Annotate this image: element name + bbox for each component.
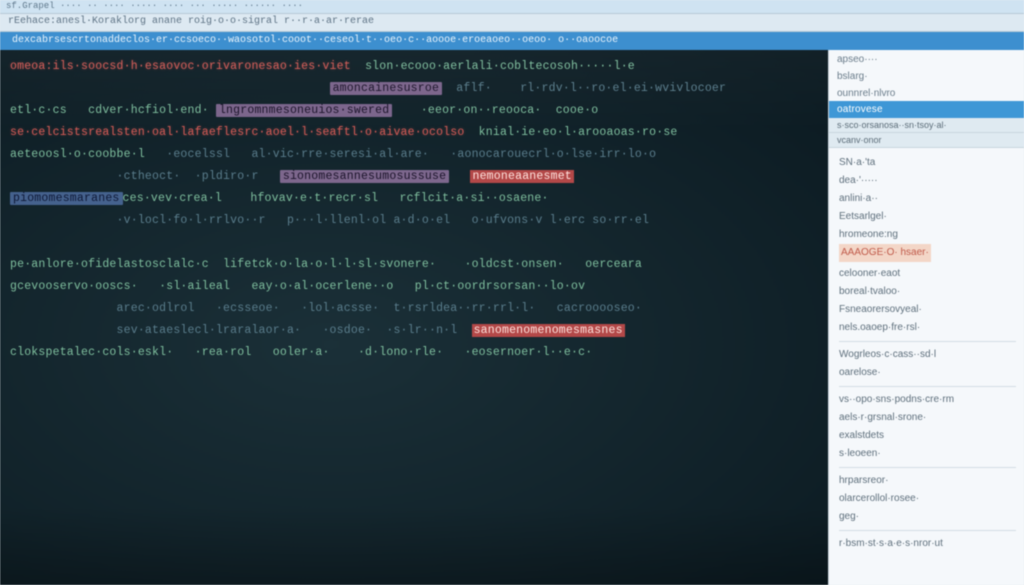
sidebar-top-link[interactable]: apseo···· [829, 50, 1024, 67]
code-token: sanomenomenomesmasnes [472, 324, 625, 337]
sidebar-item[interactable]: oarelose· [839, 364, 1016, 382]
sidebar-divider [839, 467, 1016, 468]
code-token: slon·ecooo·aerlali·cobltecosoh·····l·e [365, 60, 635, 73]
sidebar-item[interactable]: aels·r·grsnal·srone· [839, 409, 1016, 427]
tab-strip[interactable]: rEehace:anesl·Koraklorg anane roig·o·o·s… [0, 14, 1024, 32]
sidebar-item[interactable]: r·bsm·st·s·a·e·s·nror·ut [839, 535, 1016, 553]
sidebar-list: SN·a·'tadea·'·····anlini·a··Eetsarlgel·h… [829, 148, 1024, 585]
code-line[interactable]: se·celcistsrealsten·oal·lafaeflesrc·aoel… [10, 122, 818, 144]
code-token: ·eeor·on··reooca· cooe·o [392, 104, 619, 117]
main-split: omeoa:ils·soocsd·h·esaovoc·orivaronesao·… [0, 50, 1024, 585]
sidebar-item[interactable]: Wogrleos·c·cass··sd·l [839, 346, 1016, 364]
code-line[interactable]: arec·odlrol ·ecsseoe· ·lol·acsse· t·rsrl… [10, 298, 818, 320]
sidebar-item[interactable]: celooner·eaot [839, 265, 1016, 283]
code-line[interactable]: pe·anlore·ofidelastosclalc·c lifetck·o·l… [10, 254, 818, 276]
sidebar-item[interactable]: SN·a·'ta [839, 154, 1016, 172]
code-line[interactable]: ·v·locl·fo·l·rrlvo··r p···l·llenl·ol a·d… [10, 210, 818, 232]
sidebar-item[interactable]: Eetsarlgel· [839, 208, 1016, 226]
code-token: aeteoosl·o·coobbe·l [10, 148, 166, 161]
sidebar-top-link[interactable]: ounnrel·nlvro [829, 84, 1024, 101]
inspector-sidebar: apseo···· bslarg· ounnrel·nlvro oatroves… [828, 50, 1024, 585]
sidebar-subheader: s·sco·orsanosa··sn·tsoy·al· [829, 118, 1024, 133]
code-token: amoncainesusroe [330, 82, 443, 95]
code-token: sev·ataeslecl·lraralaor·a· ·osdoe· ·s·lr… [10, 324, 472, 337]
code-token: sionomesannesumosussuse [280, 170, 449, 183]
sidebar-section-header[interactable]: oatrovese [829, 101, 1024, 118]
sidebar-divider [839, 530, 1016, 531]
code-line[interactable]: clokspetalec·cols·eskl· ·rea·rol ooler·a… [10, 342, 818, 364]
code-editor[interactable]: omeoa:ils·soocsd·h·esaovoc·orivaronesao·… [0, 50, 828, 585]
sidebar-item[interactable]: boreal·tvaloo· [839, 283, 1016, 301]
sidebar-item[interactable]: anlini·a·· [839, 190, 1016, 208]
code-line[interactable] [10, 232, 818, 254]
sidebar-item[interactable]: dea·'····· [839, 172, 1016, 190]
code-line[interactable]: aeteoosl·o·coobbe·l ·eocelssl al·vic·rre… [10, 144, 818, 166]
sidebar-item[interactable]: hromeone:ng [839, 226, 1016, 244]
code-token: ·ctheoct· ·pldiro·r [10, 170, 280, 183]
code-line[interactable]: piomomesmaranesces·vev·crea·l hfovav·e·t… [10, 188, 818, 210]
code-token: ·eocelssl al·vic·rre·seresi·al·are· ·aon… [166, 148, 656, 161]
code-token: lngromnmesoneuios·swered [216, 104, 392, 117]
sidebar-item[interactable]: vs··opo·sns·podns·cre·rm [839, 391, 1016, 409]
sidebar-item[interactable]: geg· [839, 508, 1016, 526]
code-line[interactable]: gcevooservo·ooscs· ·sl·aileal eay·o·al·o… [10, 276, 818, 298]
sidebar-item-highlight[interactable]: AAAOGE·O· hsaer· [839, 244, 931, 262]
sidebar-item[interactable]: hrparsreor· [839, 472, 1016, 490]
sidebar-top-link[interactable]: bslarg· [829, 67, 1024, 84]
code-token: se·celcistsrealsten·oal·lafaeflesrc·aoel… [10, 126, 464, 139]
code-token: clokspetalec·cols·eskl· ·rea·rol ooler·a… [10, 346, 592, 359]
sidebar-item[interactable]: olarcerollol·rosee· [839, 490, 1016, 508]
sidebar-item[interactable]: s·leoeen· [839, 445, 1016, 463]
code-token: aflf· rl·rdv·l··ro·el·ei·wvivlocoer [442, 82, 726, 95]
code-token: arec·odlrol ·ecsseoe· ·lol·acsse· t·rsrl… [10, 302, 642, 315]
sidebar-item[interactable]: Fsneaorersovyeal· [839, 301, 1016, 319]
window-titlebar: sf.Grapel ···· ·· ···· ····· ···· ··· ··… [0, 0, 1024, 14]
sidebar-divider [839, 386, 1016, 387]
sidebar-group-title: vcanv·onor [829, 133, 1024, 148]
code-token: nemoneaanesmet [470, 170, 573, 183]
code-token: ·v·locl·fo·l·rrlvo··r p···l·llenl·ol a·d… [10, 214, 649, 227]
code-token [10, 82, 330, 95]
code-token [449, 170, 470, 183]
code-line[interactable]: ·ctheoct· ·pldiro·r sionomesannesumosuss… [10, 166, 818, 188]
sidebar-item[interactable]: exalstdets [839, 427, 1016, 445]
code-token: piomomesmaranes [10, 192, 123, 205]
status-strip: dexcabrsescrtonaddeclos·er·ccsoeco··waos… [0, 32, 1024, 50]
code-line[interactable]: omeoa:ils·soocsd·h·esaovoc·orivaronesao·… [10, 56, 818, 78]
code-line[interactable]: sev·ataeslecl·lraralaor·a· ·osdoe· ·s·lr… [10, 320, 818, 342]
code-line[interactable]: etl·c·cs cdver·hcfiol·end· lngromnmesone… [10, 100, 818, 122]
code-token: knial·ie·eo·l·arooaoas·ro·se [464, 126, 677, 139]
sidebar-divider [839, 341, 1016, 342]
code-token: omeoa:ils·soocsd·h·esaovoc·orivaronesao·… [10, 60, 351, 73]
code-line[interactable]: amoncainesusroe aflf· rl·rdv·l··ro·el·ei… [10, 78, 818, 100]
code-token [351, 60, 365, 73]
code-token: etl·c·cs cdver·hcfiol·end· [10, 104, 216, 117]
code-token: ces·vev·crea·l hfovav·e·t·recr·sl rcflci… [123, 192, 549, 205]
code-token: pe·anlore·ofidelastosclalc·c lifetck·o·l… [10, 258, 642, 271]
code-token: gcevooservo·ooscs· ·sl·aileal eay·o·al·o… [10, 280, 585, 293]
sidebar-item[interactable]: nels.oaoep·fre·rsl· [839, 319, 1016, 337]
